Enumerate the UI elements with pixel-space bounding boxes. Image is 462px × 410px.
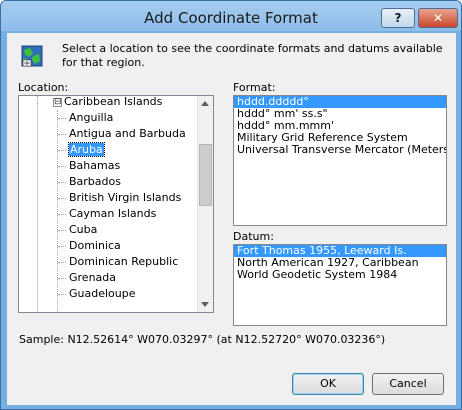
intro-text: Select a location to see the coordinate … [62,42,443,69]
tree-item[interactable]: Aruba [68,142,105,158]
close-button[interactable]: ✕ [418,8,458,28]
tree-connector [58,166,66,167]
tree-item-label: Anguilla [69,111,114,124]
tree-connector [58,246,66,247]
tree-connector [58,214,66,215]
location-tree[interactable]: ⊟ Caribbean Islands Anguilla Antigua and … [18,95,214,313]
tree-item-label: Guadeloupe [69,287,136,300]
datum-label-text: Datum: [233,230,274,243]
datum-label: Datum: [233,230,274,243]
scroll-up-arrow-icon[interactable] [201,101,209,106]
tree-connector [58,134,66,135]
tree-item[interactable]: Bahamas [69,158,120,174]
tree-item-label: Caribbean Islands [64,95,163,108]
ok-button[interactable]: OK [292,373,364,395]
scroll-thumb[interactable] [199,144,212,206]
tree-item[interactable]: Cuba [69,222,97,238]
format-listbox[interactable]: hddd.ddddd° hddd° mm' ss.s" hddd° mm.mmm' M… [233,95,447,226]
tree-connector [58,198,66,199]
tree-item[interactable]: Barbados [69,174,121,190]
dialog-window: Add Coordinate Format ? ✕ Select a locat… [0,0,462,410]
tree-item-label: Dominica [69,239,121,252]
format-label: Format: [233,81,275,94]
location-label: Location: [18,81,68,94]
tree-item-label: Aruba [68,142,105,157]
tree-guide-line [57,110,58,312]
globe-map-icon [21,45,43,67]
dialog-body: Select a location to see the coordinate … [7,33,456,405]
tree-item-label: British Virgin Islands [69,191,182,204]
title-bar[interactable]: Add Coordinate Format ? ✕ [1,1,461,31]
scroll-down-arrow-icon[interactable] [201,302,209,307]
tree-guide-line [37,96,38,312]
tree-item[interactable]: British Virgin Islands [69,190,181,206]
tree-connector [58,262,66,263]
tree-connector [58,182,66,183]
tree-connector [58,230,66,231]
tree-connector [58,294,66,295]
tree-collapse-icon[interactable]: ⊟ [53,98,62,107]
format-label-text: Format: [233,81,276,94]
format-list-item[interactable]: Universal Transverse Mercator (Meters) [234,144,446,156]
cancel-button[interactable]: Cancel [372,373,444,395]
tree-connector [58,150,66,151]
tree-item-label: Grenada [69,271,117,284]
tree-item[interactable]: Antigua and Barbuda [69,126,186,142]
tree-item[interactable]: Cayman Islands [69,206,156,222]
tree-item[interactable]: Grenada [69,270,116,286]
datum-listbox[interactable]: Fort Thomas 1955, Leeward Is. North Ameri… [233,244,447,326]
sample-coordinates: Sample: N12.52614° W070.03297° (at N12.5… [19,333,386,346]
tree-item-label: Antigua and Barbuda [69,127,186,140]
location-label-text: Location: [18,81,69,94]
tree-item-label: Bahamas [69,159,121,172]
tree-item[interactable]: Anguilla [69,110,113,126]
tree-item[interactable]: Guadeloupe [69,286,136,302]
tree-connector [58,118,66,119]
tree-item-caribbean-islands[interactable]: Caribbean Islands [64,95,163,110]
tree-item-label: Cuba [69,223,98,236]
tree-connector [58,278,66,279]
tree-item-label: Dominican Republic [69,255,179,268]
help-button[interactable]: ? [381,8,415,28]
tree-item[interactable]: Dominican Republic [69,254,178,270]
tree-scrollbar[interactable] [197,96,213,312]
datum-list-item[interactable]: World Geodetic System 1984 [234,269,446,281]
tree-item[interactable]: Dominica [69,238,121,254]
tree-item-label: Cayman Islands [69,207,157,220]
tree-item-label: Barbados [69,175,121,188]
